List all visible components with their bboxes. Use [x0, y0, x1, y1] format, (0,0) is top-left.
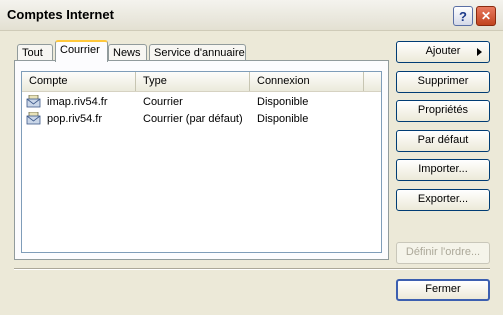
- mail-account-icon: [26, 112, 41, 125]
- account-type: Courrier: [143, 96, 183, 108]
- set-default-button[interactable]: Par défaut: [396, 130, 490, 152]
- tab-courrier[interactable]: Courrier: [55, 40, 108, 62]
- list-item[interactable]: imap.riv54.fr Courrier Disponible: [22, 94, 381, 110]
- list-header: Compte Type Connexion: [22, 72, 381, 92]
- separator: [14, 268, 490, 270]
- help-icon: ?: [459, 9, 467, 24]
- close-icon: ✕: [480, 9, 492, 23]
- tab-container: Tout Courrier News Service d'annuaire Co…: [14, 40, 389, 262]
- tab-panel: Compte Type Connexion imap.riv54.fr Cour…: [14, 60, 389, 260]
- add-button-label: Ajouter: [425, 45, 461, 57]
- close-button[interactable]: ✕: [476, 6, 496, 26]
- tab-label: Service d'annuaire: [154, 47, 245, 59]
- arrow-right-icon: [477, 48, 482, 56]
- export-button[interactable]: Exporter...: [396, 189, 490, 211]
- help-button[interactable]: ?: [453, 6, 473, 26]
- export-button-label: Exporter...: [417, 193, 469, 205]
- account-name: imap.riv54.fr: [47, 96, 108, 108]
- list-item[interactable]: pop.riv54.fr Courrier (par défaut) Dispo…: [22, 111, 381, 127]
- accounts-list[interactable]: Compte Type Connexion imap.riv54.fr Cour…: [21, 71, 382, 253]
- tab-label: News: [113, 47, 141, 59]
- set-order-button[interactable]: Définir l'ordre...: [396, 242, 490, 264]
- set-order-button-label: Définir l'ordre...: [405, 246, 481, 258]
- properties-button[interactable]: Propriétés: [396, 100, 490, 122]
- tab-label: Tout: [22, 47, 43, 59]
- tab-label: Courrier: [60, 44, 100, 56]
- account-name: pop.riv54.fr: [47, 113, 103, 125]
- column-header-compte[interactable]: Compte: [22, 72, 136, 91]
- column-header-connexion[interactable]: Connexion: [250, 72, 364, 91]
- import-button[interactable]: Importer...: [396, 159, 490, 181]
- window-title: Comptes Internet: [7, 7, 114, 22]
- close-dialog-button[interactable]: Fermer: [396, 279, 490, 301]
- tab-news[interactable]: News: [108, 44, 147, 61]
- account-connection: Disponible: [257, 113, 309, 125]
- import-button-label: Importer...: [418, 163, 468, 175]
- remove-button-label: Supprimer: [417, 75, 469, 87]
- close-dialog-button-label: Fermer: [425, 283, 461, 295]
- set-default-button-label: Par défaut: [417, 134, 469, 146]
- account-connection: Disponible: [257, 96, 309, 108]
- tab-service-annuaire[interactable]: Service d'annuaire: [149, 44, 246, 61]
- add-button[interactable]: Ajouter: [396, 41, 490, 63]
- mail-account-icon: [26, 95, 41, 108]
- column-header-type[interactable]: Type: [136, 72, 250, 91]
- tab-tout[interactable]: Tout: [17, 44, 53, 61]
- remove-button[interactable]: Supprimer: [396, 71, 490, 93]
- title-bar: Comptes Internet ? ✕: [0, 0, 503, 31]
- account-type: Courrier (par défaut): [143, 113, 243, 125]
- properties-button-label: Propriétés: [417, 104, 469, 116]
